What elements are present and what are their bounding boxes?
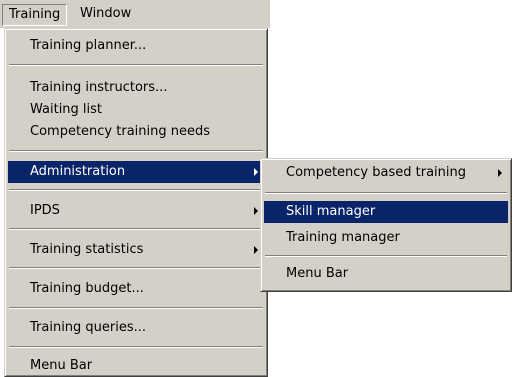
- menu-item-label: Training budget...: [30, 281, 144, 296]
- menu-item-label: Competency based training: [286, 165, 466, 180]
- submenu-arrow-icon: [498, 169, 502, 177]
- menu-separator: [9, 228, 263, 230]
- administration-submenu: Competency based training Skill manager …: [260, 158, 512, 292]
- menu-separator: [265, 255, 507, 257]
- menu-item-waiting-list[interactable]: Waiting list: [8, 99, 264, 121]
- menu-item-training-planner[interactable]: Training planner...: [8, 35, 264, 57]
- submenu-item-training-manager[interactable]: Training manager: [264, 227, 508, 249]
- menu-item-training-instructors[interactable]: Training instructors...: [8, 77, 264, 99]
- menu-item-menu-bar[interactable]: Menu Bar: [8, 355, 264, 377]
- submenu-item-skill-manager[interactable]: Skill manager: [264, 201, 508, 223]
- menu-training[interactable]: Training: [2, 4, 68, 26]
- training-menu: Training planner... Training instructors…: [4, 28, 268, 377]
- menu-item-training-budget[interactable]: Training budget...: [8, 278, 264, 300]
- menu-separator: [9, 150, 263, 152]
- menu-separator: [9, 64, 263, 66]
- menu-item-label: Training planner...: [30, 38, 147, 53]
- submenu-item-competency-based-training[interactable]: Competency based training: [264, 162, 508, 184]
- menu-item-ipds[interactable]: IPDS: [8, 200, 264, 222]
- menu-separator: [265, 192, 507, 194]
- submenu-item-menu-bar[interactable]: Menu Bar: [264, 263, 508, 285]
- menu-item-label: Administration: [30, 164, 126, 179]
- menu-bar: Training Window: [0, 0, 270, 28]
- menu-separator: [9, 307, 263, 309]
- menu-separator: [9, 267, 263, 269]
- menu-item-label: Menu Bar: [286, 266, 349, 281]
- menu-item-label: Skill manager: [286, 204, 376, 219]
- submenu-arrow-icon: [254, 246, 258, 254]
- menu-item-training-queries[interactable]: Training queries...: [8, 317, 264, 339]
- menu-item-label: Training manager: [286, 230, 400, 245]
- menu-separator: [9, 346, 263, 348]
- menu-item-administration[interactable]: Administration: [8, 161, 264, 183]
- menu-item-training-statistics[interactable]: Training statistics: [8, 239, 264, 261]
- menu-item-label: Training queries...: [30, 320, 147, 335]
- menu-item-label: Competency training needs: [30, 124, 211, 139]
- menu-separator: [9, 189, 263, 191]
- menu-item-label: Menu Bar: [30, 358, 93, 373]
- menu-item-label: IPDS: [30, 203, 60, 218]
- menu-item-competency-training-needs[interactable]: Competency training needs: [8, 121, 264, 143]
- menu-window[interactable]: Window: [74, 4, 137, 26]
- menu-item-label: Training instructors...: [30, 80, 168, 95]
- submenu-arrow-icon: [254, 207, 258, 215]
- menu-item-label: Training statistics: [30, 242, 144, 257]
- menu-item-label: Waiting list: [30, 102, 103, 117]
- submenu-arrow-icon: [254, 168, 258, 176]
